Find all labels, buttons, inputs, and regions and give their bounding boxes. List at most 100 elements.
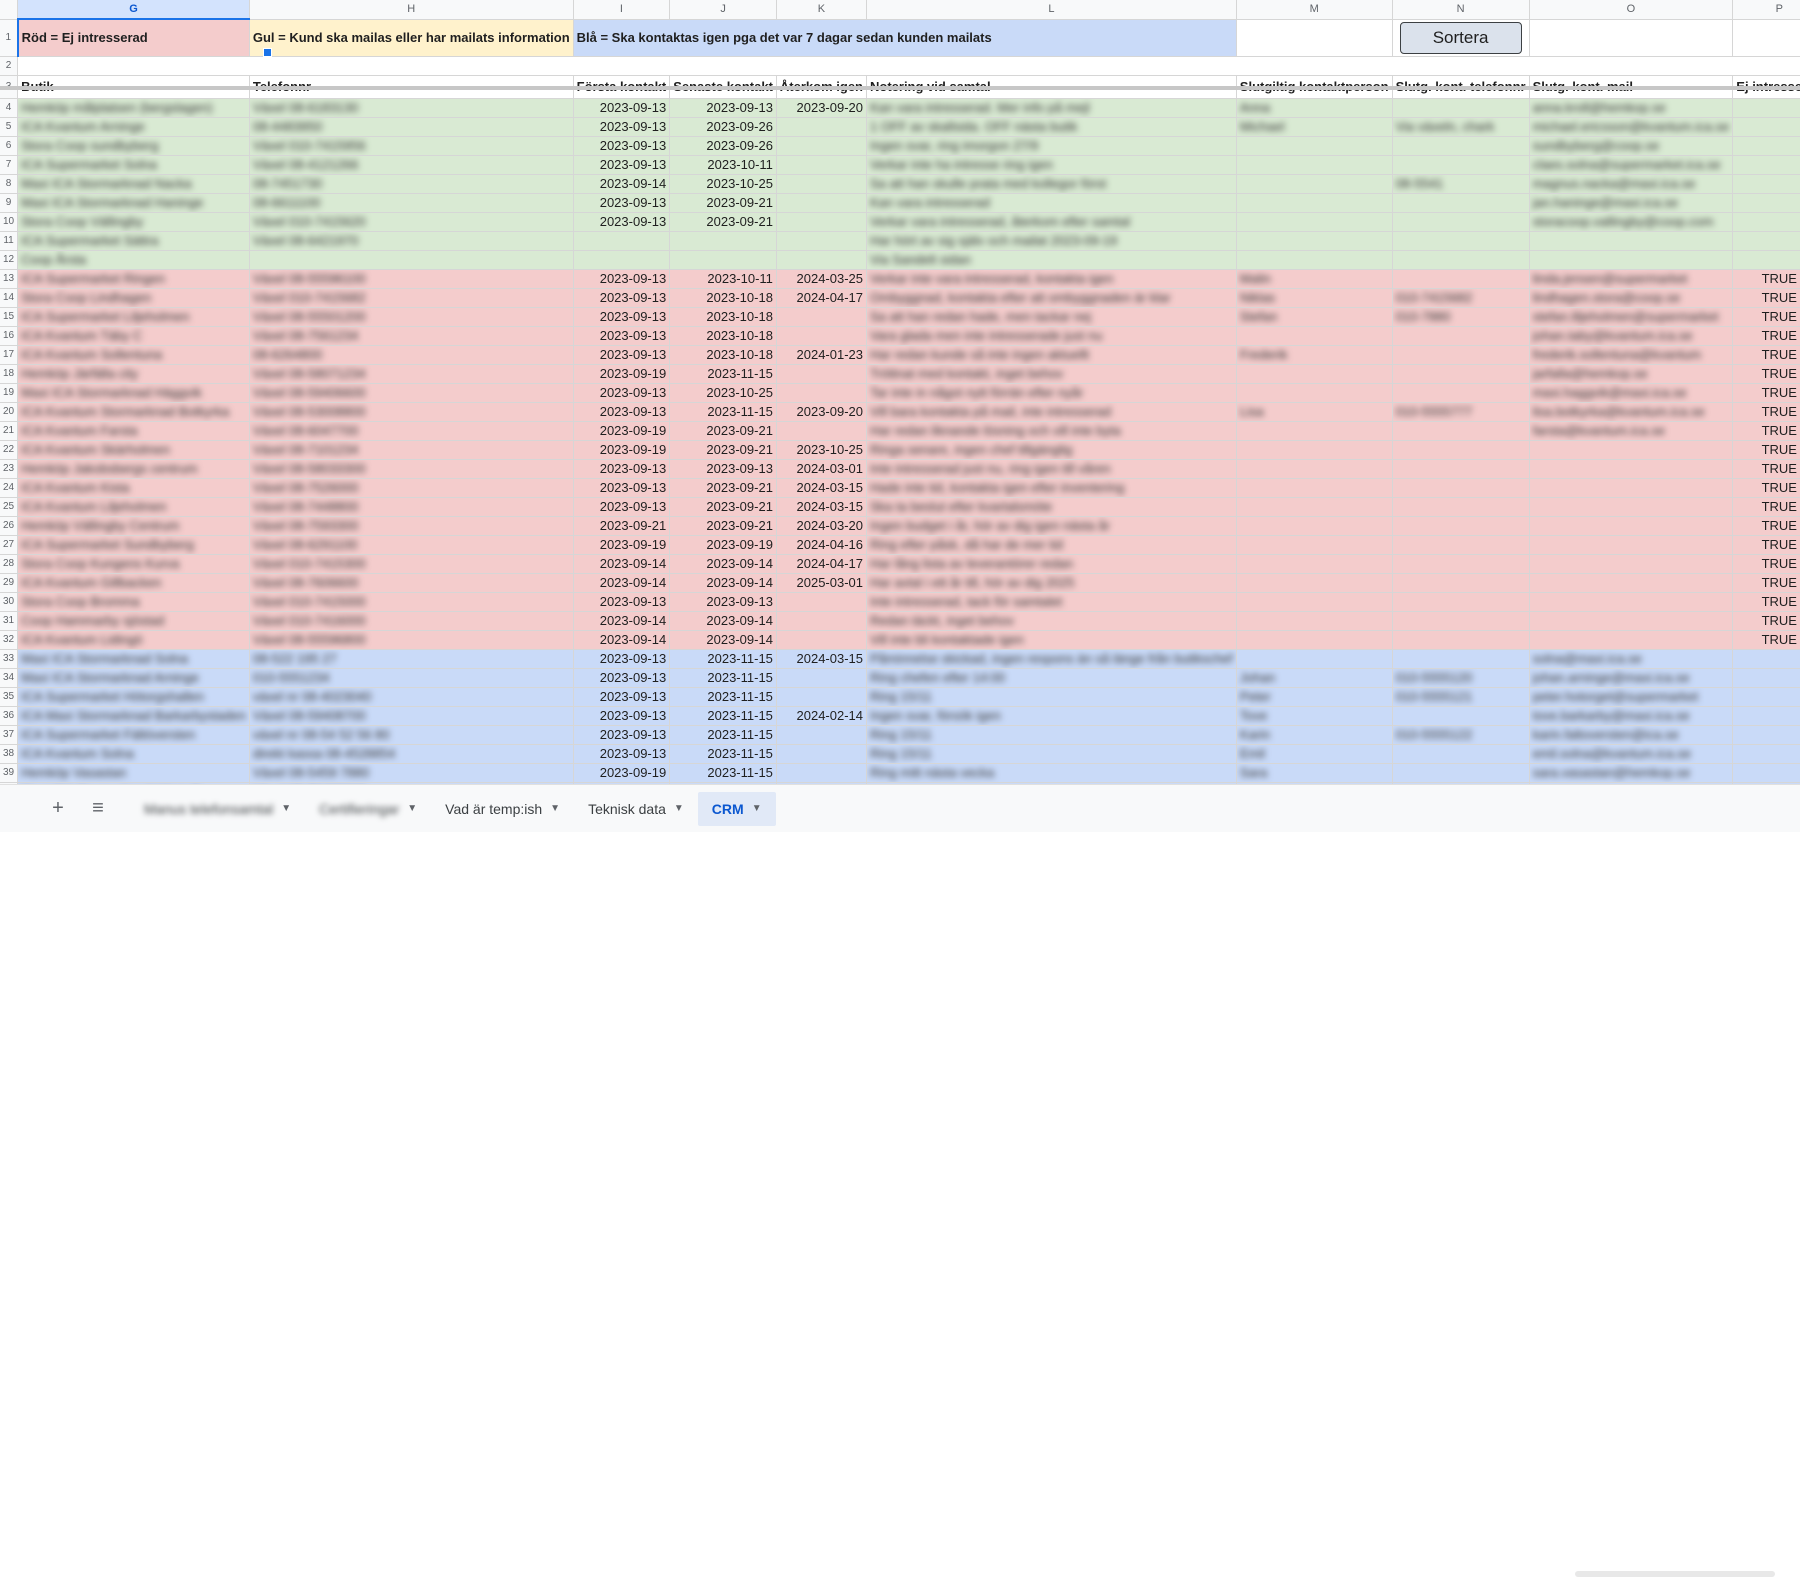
cell-N[interactable] <box>1392 763 1530 783</box>
cell-M[interactable]: Niklas <box>1236 288 1393 308</box>
cell-N[interactable] <box>1392 706 1530 726</box>
cell-I[interactable]: 2023-09-13 <box>573 592 671 612</box>
cell-N[interactable] <box>1392 155 1530 175</box>
cell-K[interactable]: 2024-03-15 <box>776 478 868 498</box>
cell[interactable] <box>1732 19 1800 57</box>
cell-O[interactable]: emil.solna@kvantum.ica.se <box>1529 744 1734 764</box>
cell-O[interactable] <box>1529 478 1734 498</box>
cell-M[interactable] <box>1236 174 1393 194</box>
cell-P[interactable]: TRUE <box>1732 630 1800 650</box>
cell-N[interactable] <box>1392 269 1530 289</box>
cell-I[interactable]: 2023-09-13 <box>573 383 671 403</box>
cell-L[interactable]: Verkar inte ha intresse ring igen <box>866 155 1237 175</box>
cell-M[interactable] <box>1236 554 1393 574</box>
row-header[interactable]: 1 <box>0 19 19 57</box>
sheet-tab[interactable]: Manus telefonsamtal ▼ <box>130 792 305 826</box>
cell-O[interactable]: karin.faltoversten@ica.se <box>1529 725 1734 745</box>
cell-J[interactable]: 2023-11-15 <box>669 763 777 783</box>
cell-K[interactable]: 2023-09-20 <box>776 402 868 422</box>
row-header[interactable]: 5 <box>0 117 19 137</box>
cell-L[interactable]: Verkar inte vara intresserad, kontakta i… <box>866 269 1237 289</box>
cell-L[interactable]: Har redan kunde så inte ingen aktuellt <box>866 345 1237 365</box>
row-header[interactable]: 30 <box>0 592 19 612</box>
cell-G[interactable]: Hemköp Jakobsbergs centrum <box>17 459 250 479</box>
cell-J[interactable]: 2023-09-14 <box>669 573 777 593</box>
cell-N[interactable]: 010-5555120 <box>1392 668 1530 688</box>
cell-G[interactable]: ICA Supermarket Hötorgshallen <box>17 687 250 707</box>
row-header[interactable]: 17 <box>0 345 19 365</box>
cell-H[interactable]: Växel 010-7415682 <box>249 288 574 308</box>
cell-H[interactable]: Växel 08-6291100 <box>249 535 574 555</box>
cell-P[interactable]: TRUE <box>1732 516 1800 536</box>
cell-I[interactable]: 2023-09-13 <box>573 687 671 707</box>
cell-J[interactable]: 2023-10-18 <box>669 288 777 308</box>
cell-L[interactable]: Påminnelse skickad, ingen respons än så … <box>866 649 1237 669</box>
cell-P[interactable] <box>1732 687 1800 707</box>
cell-M[interactable] <box>1236 535 1393 555</box>
row-header[interactable]: 18 <box>0 364 19 384</box>
cell-K[interactable] <box>776 630 868 650</box>
cell-L[interactable]: Inte intresserad just nu, ring igen till… <box>866 459 1237 479</box>
cell-M[interactable] <box>1236 155 1393 175</box>
cell-O[interactable]: claes.solna@supermarket.ica.se <box>1529 155 1734 175</box>
cell-I[interactable]: 2023-09-14 <box>573 174 671 194</box>
cell-L[interactable]: Ombyggnad, kontakta efter att ombyggnade… <box>866 288 1237 308</box>
cell-N[interactable] <box>1392 364 1530 384</box>
cell-L[interactable]: Ingen svar, försök igen <box>866 706 1237 726</box>
cell-O[interactable]: maxi.haggvik@maxi.ica.se <box>1529 383 1734 403</box>
cell-M[interactable] <box>1236 611 1393 631</box>
cell-I[interactable]: 2023-09-13 <box>573 649 671 669</box>
cell-P[interactable] <box>1732 763 1800 783</box>
cell-N[interactable]: 08-5541 <box>1392 174 1530 194</box>
cell-I[interactable]: 2023-09-13 <box>573 193 671 213</box>
cell-I[interactable]: 2023-09-13 <box>573 744 671 764</box>
cell-M[interactable]: Peter <box>1236 687 1393 707</box>
cell-G[interactable]: Maxi ICA Stormarknad Häggvik <box>17 383 250 403</box>
cell-N[interactable] <box>1392 459 1530 479</box>
cell-G[interactable]: ICA Kvantum Farsta <box>17 421 250 441</box>
cell-G[interactable]: ICA Kvantum Kista <box>17 478 250 498</box>
row-header[interactable]: 10 <box>0 212 19 232</box>
cell-P[interactable]: TRUE <box>1732 307 1800 327</box>
cell-N[interactable] <box>1392 212 1530 232</box>
cell-J[interactable]: 2023-09-14 <box>669 630 777 650</box>
cell-L[interactable]: Kan vara intresserad. Mer info på mejl <box>866 98 1237 118</box>
cell-O[interactable] <box>1529 516 1734 536</box>
cell-O[interactable]: magnus.nacka@maxi.ica.se <box>1529 174 1734 194</box>
cell-K[interactable] <box>776 421 868 441</box>
cell-L[interactable]: Kan vara intresserad <box>866 193 1237 213</box>
row-header[interactable]: 11 <box>0 231 19 251</box>
cell-M[interactable]: Frederik <box>1236 345 1393 365</box>
cell-O[interactable]: anna.kroll@hemkop.se <box>1529 98 1734 118</box>
cell-H[interactable]: Växel 010-7415956 <box>249 136 574 156</box>
cell-K[interactable] <box>776 250 868 270</box>
cell-G[interactable]: ICA Kvantum Lidingö <box>17 630 250 650</box>
cell-G[interactable]: ICA Kvantum Solna <box>17 744 250 764</box>
horizontal-scrollbar[interactable] <box>1575 1571 1775 1577</box>
cell-H[interactable]: Växel 08-59406600 <box>249 383 574 403</box>
cell-P[interactable]: TRUE <box>1732 573 1800 593</box>
cell-P[interactable] <box>1732 98 1800 118</box>
cell-G[interactable]: Hemköp Järfälla city <box>17 364 250 384</box>
cell-O[interactable] <box>1529 250 1734 270</box>
cell-M[interactable] <box>1236 478 1393 498</box>
row-header[interactable]: 2 <box>0 56 19 76</box>
cell-M[interactable]: Johan <box>1236 668 1393 688</box>
cell-P[interactable]: TRUE <box>1732 478 1800 498</box>
cell-O[interactable] <box>1529 611 1734 631</box>
cell-H[interactable]: 010-5551234 <box>249 668 574 688</box>
row-header[interactable]: 16 <box>0 326 19 346</box>
column-header-J[interactable]: J <box>669 0 777 20</box>
cell-I[interactable] <box>573 231 671 251</box>
cell-O[interactable] <box>1529 630 1734 650</box>
cell-L[interactable]: Ring efter påsk, då har de mer tid <box>866 535 1237 555</box>
cell-I[interactable]: 2023-09-21 <box>573 516 671 536</box>
cell-N[interactable]: 010-5555122 <box>1392 725 1530 745</box>
cell-G[interactable]: ICA Kvantum Skärholmen <box>17 440 250 460</box>
cell-H[interactable]: Växel 010-7415620 <box>249 212 574 232</box>
cell-M[interactable] <box>1236 573 1393 593</box>
cell-P[interactable] <box>1732 117 1800 137</box>
column-header-N[interactable]: N <box>1392 0 1530 20</box>
cell-P[interactable] <box>1732 649 1800 669</box>
cell-J[interactable]: 2023-09-21 <box>669 193 777 213</box>
